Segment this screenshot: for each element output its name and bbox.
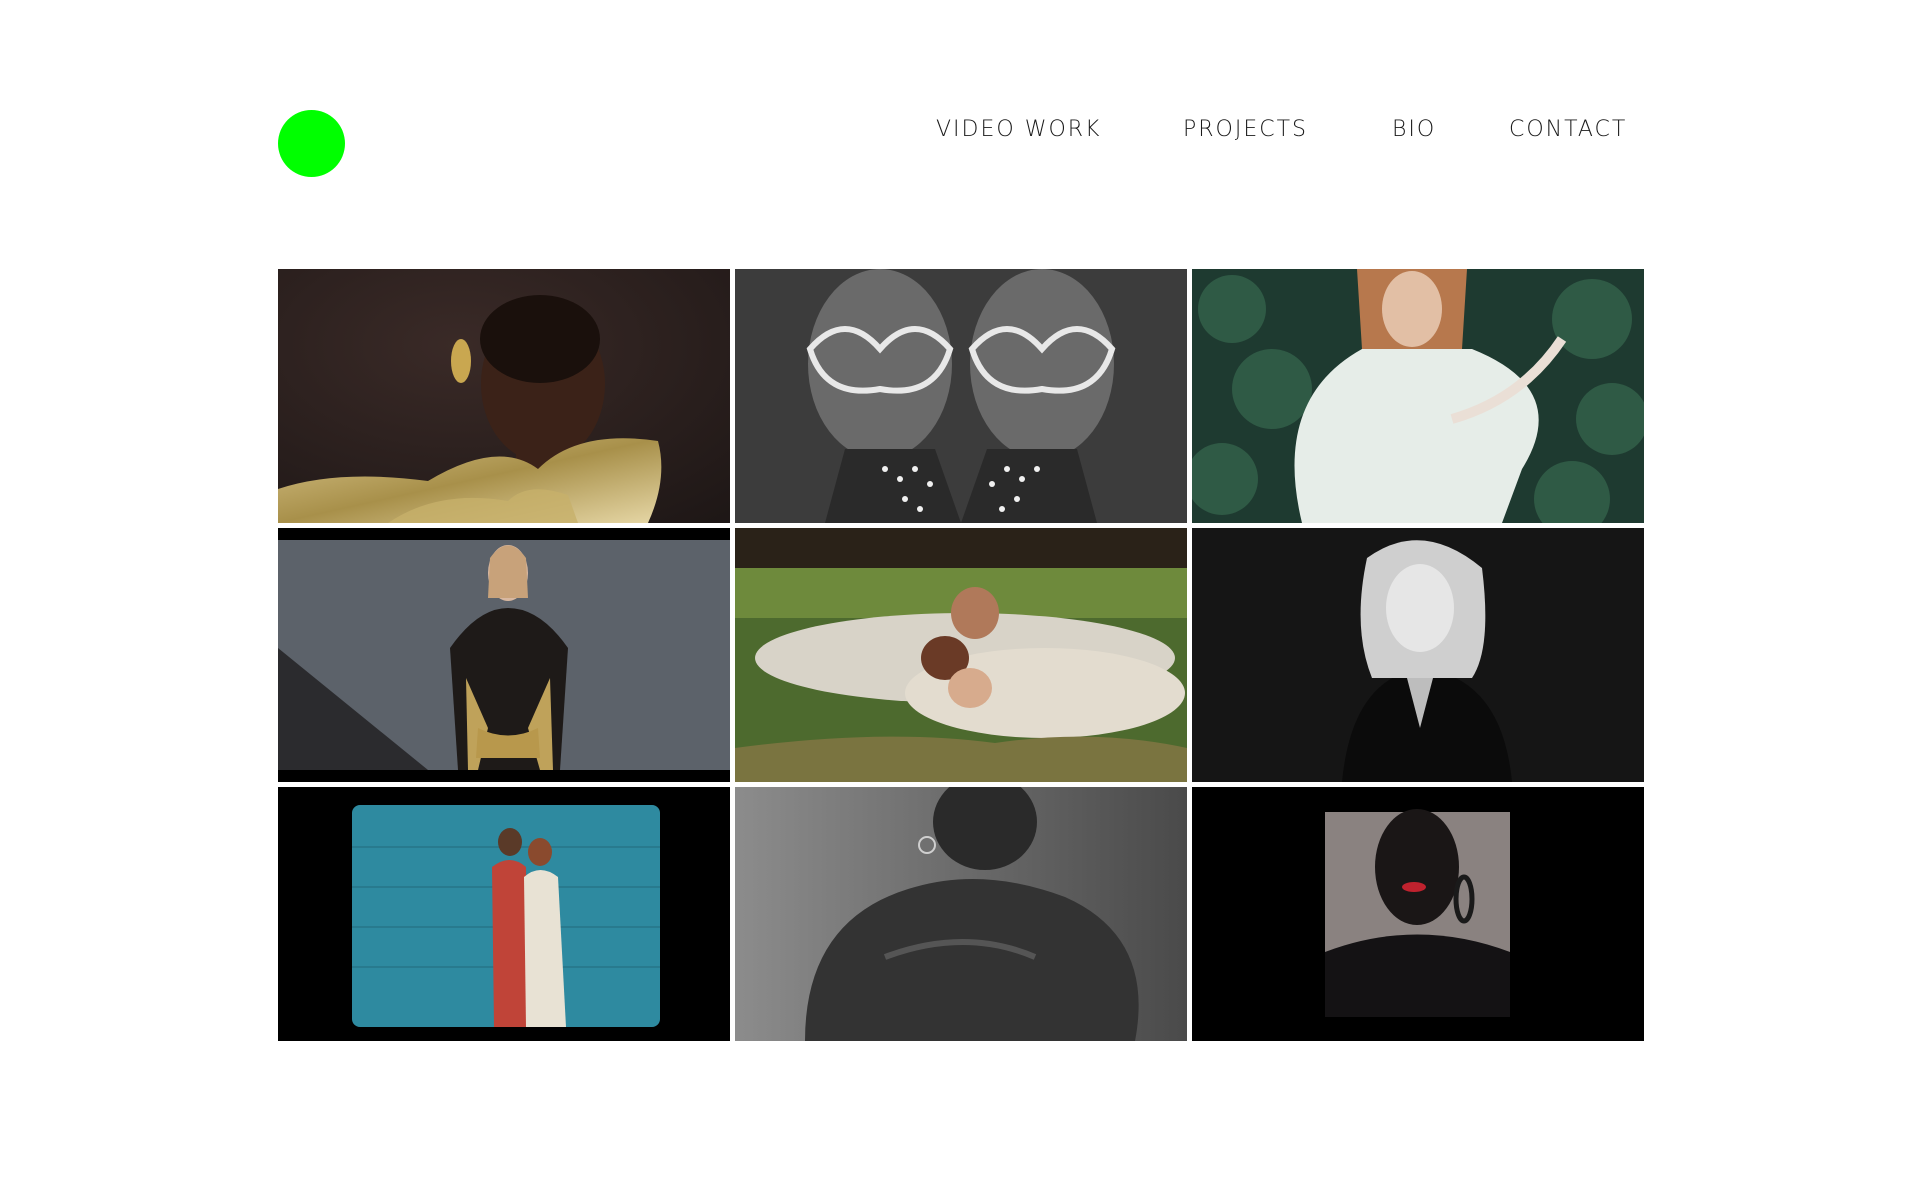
video-thumbnail-1 — [278, 269, 730, 523]
video-thumbnail-3 — [1192, 269, 1644, 523]
video-thumbnail-5 — [735, 528, 1187, 782]
nav-link-projects[interactable]: PROJECTS — [1183, 116, 1308, 144]
nav-link-bio[interactable]: BIO — [1392, 116, 1436, 144]
video-tile-8[interactable] — [735, 787, 1187, 1041]
video-tile-5[interactable] — [735, 528, 1187, 782]
video-thumbnail-9 — [1192, 787, 1644, 1041]
video-tile-3[interactable] — [1192, 269, 1644, 523]
video-tile-7[interactable] — [278, 787, 730, 1041]
video-thumbnail-6 — [1192, 528, 1644, 782]
main-nav: VIDEO WORK PROJECTS BIO CONTACT — [0, 116, 1920, 146]
video-tile-9[interactable] — [1192, 787, 1644, 1041]
video-thumbnail-7 — [278, 787, 730, 1041]
nav-link-contact[interactable]: CONTACT — [1509, 116, 1627, 144]
video-tile-4[interactable] — [278, 528, 730, 782]
video-tile-6[interactable] — [1192, 528, 1644, 782]
video-thumbnail-8 — [735, 787, 1187, 1041]
video-thumbnail-2 — [735, 269, 1187, 523]
video-thumbnail-4 — [278, 528, 730, 782]
video-tile-1[interactable] — [278, 269, 730, 523]
video-grid — [278, 269, 1644, 1041]
nav-link-video-work[interactable]: VIDEO WORK — [936, 116, 1101, 144]
video-tile-2[interactable] — [735, 269, 1187, 523]
